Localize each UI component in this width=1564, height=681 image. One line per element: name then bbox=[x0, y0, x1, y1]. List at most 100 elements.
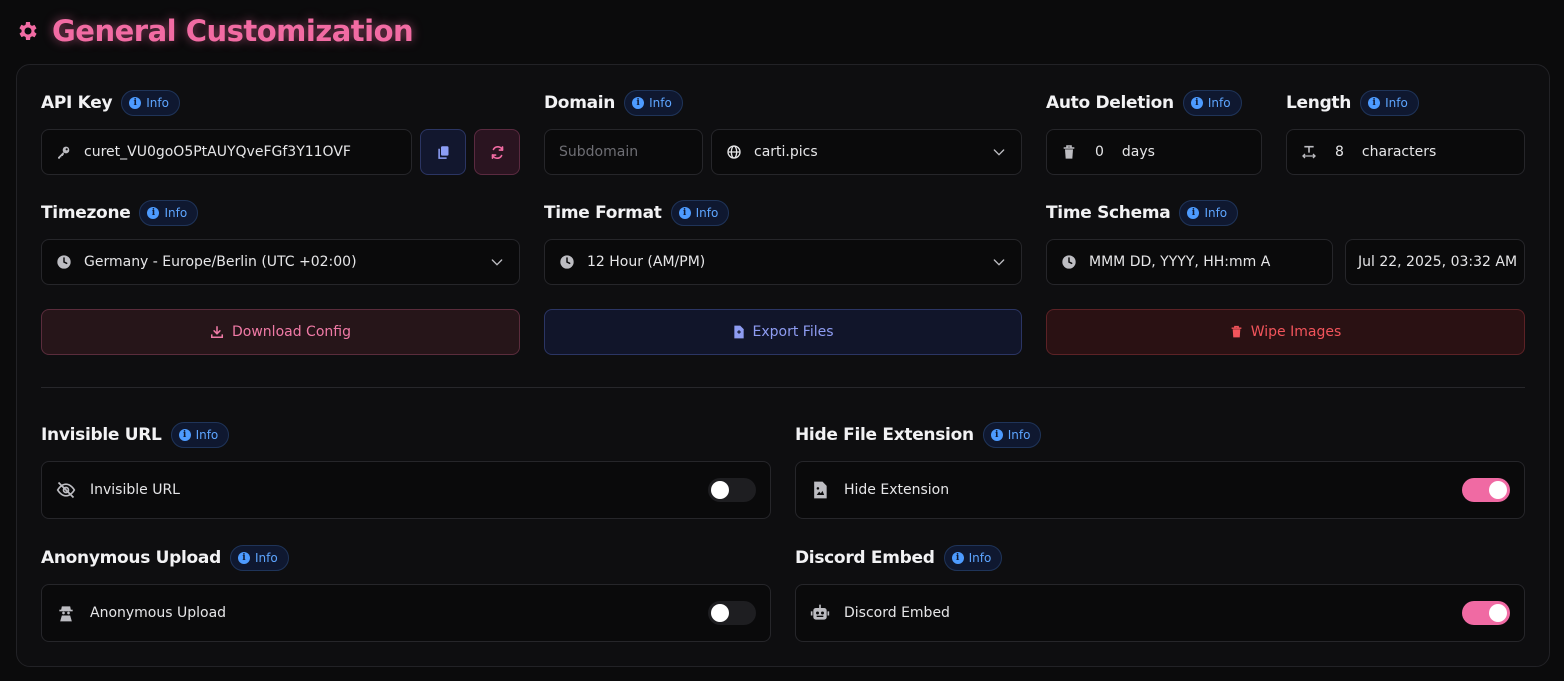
time-format-label-row: Time Format i Info bbox=[544, 200, 730, 226]
time-schema-input[interactable]: MMM DD, YYYY, HH:mm A bbox=[1046, 239, 1333, 285]
timezone-label-row: Timezone i Info bbox=[41, 200, 199, 226]
download-config-label: Download Config bbox=[232, 324, 351, 340]
file-image-icon bbox=[814, 481, 827, 499]
globe-icon bbox=[727, 145, 741, 159]
time-format-select[interactable]: 12 Hour (AM/PM) bbox=[544, 239, 1022, 285]
info-text: Info bbox=[1204, 206, 1228, 220]
domain-info-button[interactable]: i Info bbox=[624, 90, 683, 116]
wipe-images-label: Wipe Images bbox=[1250, 324, 1342, 340]
time-schema-preview: Jul 22, 2025, 03:32 AM bbox=[1345, 239, 1525, 285]
length-unit: characters bbox=[1361, 144, 1437, 160]
info-text: Info bbox=[195, 428, 219, 442]
time-format-label: Time Format bbox=[544, 203, 662, 223]
copy-icon bbox=[437, 145, 448, 159]
auto-deletion-label: Auto Deletion bbox=[1046, 93, 1174, 113]
info-icon: i bbox=[178, 429, 191, 441]
info-text: Info bbox=[254, 551, 278, 565]
download-icon bbox=[211, 325, 224, 339]
timezone-selected: Germany - Europe/Berlin (UTC +02:00) bbox=[84, 254, 357, 270]
api-key-label-row: API Key i Info bbox=[41, 90, 180, 116]
anonymous-upload-info-button[interactable]: i Info bbox=[229, 545, 289, 571]
discord-embed-row: Discord Embed bbox=[795, 584, 1525, 642]
info-icon: i bbox=[147, 207, 160, 219]
trash-icon bbox=[1231, 325, 1242, 338]
settings-card: API Key i Info Domain i Info Auto Deletion… bbox=[16, 64, 1550, 667]
export-files-label: Export Files bbox=[752, 324, 834, 340]
anonymous-upload-row: Anonymous Upload bbox=[41, 584, 771, 642]
copy-api-key-button[interactable] bbox=[420, 129, 466, 175]
refresh-icon bbox=[491, 145, 503, 159]
subdomain-placeholder: Subdomain bbox=[559, 144, 639, 160]
trash-icon bbox=[1063, 145, 1075, 159]
info-text: Info bbox=[968, 551, 992, 565]
hide-extension-option: Hide Extension bbox=[844, 482, 950, 498]
info-text: Info bbox=[1385, 96, 1408, 110]
length-info-button[interactable]: i Info bbox=[1360, 90, 1419, 116]
anonymous-upload-label-row: Anonymous Upload i Info bbox=[41, 545, 289, 571]
invisible-url-label: Invisible URL bbox=[41, 425, 162, 445]
info-icon: i bbox=[237, 552, 250, 564]
info-text: Info bbox=[146, 96, 169, 110]
discord-embed-option: Discord Embed bbox=[844, 605, 950, 621]
regenerate-api-key-button[interactable] bbox=[474, 129, 520, 175]
subdomain-input[interactable]: Subdomain bbox=[544, 129, 703, 175]
invisible-url-info-button[interactable]: i Info bbox=[170, 422, 230, 448]
invisible-url-row: Invisible URL bbox=[41, 461, 771, 519]
api-key-label: API Key bbox=[41, 93, 113, 113]
gear-icon bbox=[19, 22, 37, 40]
time-format-info-button[interactable]: i Info bbox=[670, 200, 730, 226]
api-key-value: curet_VU0goO5PtAUYQveFGf3Y11OVF bbox=[84, 144, 351, 160]
section-divider bbox=[41, 387, 1525, 388]
auto-deletion-value: 0 bbox=[1095, 144, 1104, 160]
clock-icon bbox=[57, 255, 71, 269]
anonymous-upload-option: Anonymous Upload bbox=[90, 605, 227, 621]
domain-label-row: Domain i Info bbox=[544, 90, 683, 116]
time-schema-value: MMM DD, YYYY, HH:mm A bbox=[1089, 254, 1271, 270]
info-text: Info bbox=[695, 206, 719, 220]
timezone-info-button[interactable]: i Info bbox=[139, 200, 199, 226]
info-icon: i bbox=[951, 552, 964, 564]
length-value: 8 bbox=[1335, 144, 1344, 160]
discord-embed-label-row: Discord Embed i Info bbox=[795, 545, 1003, 571]
info-text: Info bbox=[164, 206, 188, 220]
timezone-select[interactable]: Germany - Europe/Berlin (UTC +02:00) bbox=[41, 239, 520, 285]
user-secret-icon bbox=[59, 606, 73, 622]
info-text: Info bbox=[649, 96, 672, 110]
auto-deletion-label-row: Auto Deletion i Info bbox=[1046, 90, 1242, 116]
hide-extension-label-row: Hide File Extension i Info bbox=[795, 422, 1042, 448]
chevron-down-icon bbox=[491, 259, 503, 266]
info-icon: i bbox=[129, 97, 142, 109]
download-config-button[interactable]: Download Config bbox=[41, 309, 520, 355]
domain-select[interactable]: carti.pics bbox=[711, 129, 1022, 175]
domain-selected: carti.pics bbox=[754, 144, 818, 160]
discord-embed-toggle[interactable] bbox=[1462, 601, 1510, 625]
invisible-url-toggle[interactable] bbox=[708, 478, 756, 502]
toggle-knob bbox=[1489, 481, 1507, 499]
api-key-field[interactable]: curet_VU0goO5PtAUYQveFGf3Y11OVF bbox=[41, 129, 412, 175]
length-label-row: Length i Info bbox=[1286, 90, 1419, 116]
auto-deletion-info-button[interactable]: i Info bbox=[1182, 90, 1242, 116]
info-icon: i bbox=[1190, 97, 1203, 109]
toggle-knob bbox=[711, 481, 729, 499]
length-label: Length bbox=[1286, 93, 1352, 113]
info-icon: i bbox=[1187, 207, 1200, 219]
discord-embed-info-button[interactable]: i Info bbox=[943, 545, 1003, 571]
api-key-info-button[interactable]: i Info bbox=[121, 90, 180, 116]
chevron-down-icon bbox=[993, 259, 1005, 266]
domain-label: Domain bbox=[544, 93, 616, 113]
robot-icon bbox=[810, 604, 830, 620]
export-files-button[interactable]: Export Files bbox=[544, 309, 1022, 355]
time-schema-info-button[interactable]: i Info bbox=[1179, 200, 1239, 226]
hide-extension-label: Hide File Extension bbox=[795, 425, 974, 445]
anonymous-upload-toggle[interactable] bbox=[708, 601, 756, 625]
length-field[interactable]: 8 characters bbox=[1286, 129, 1525, 175]
hide-extension-toggle[interactable] bbox=[1462, 478, 1510, 502]
toggle-knob bbox=[711, 604, 729, 622]
key-icon bbox=[58, 146, 70, 159]
auto-deletion-field[interactable]: 0 days bbox=[1046, 129, 1262, 175]
wipe-images-button[interactable]: Wipe Images bbox=[1046, 309, 1525, 355]
toggle-knob bbox=[1489, 604, 1507, 622]
hide-extension-info-button[interactable]: i Info bbox=[982, 422, 1042, 448]
eye-slash-icon bbox=[56, 481, 76, 499]
time-schema-label-row: Time Schema i Info bbox=[1046, 200, 1239, 226]
